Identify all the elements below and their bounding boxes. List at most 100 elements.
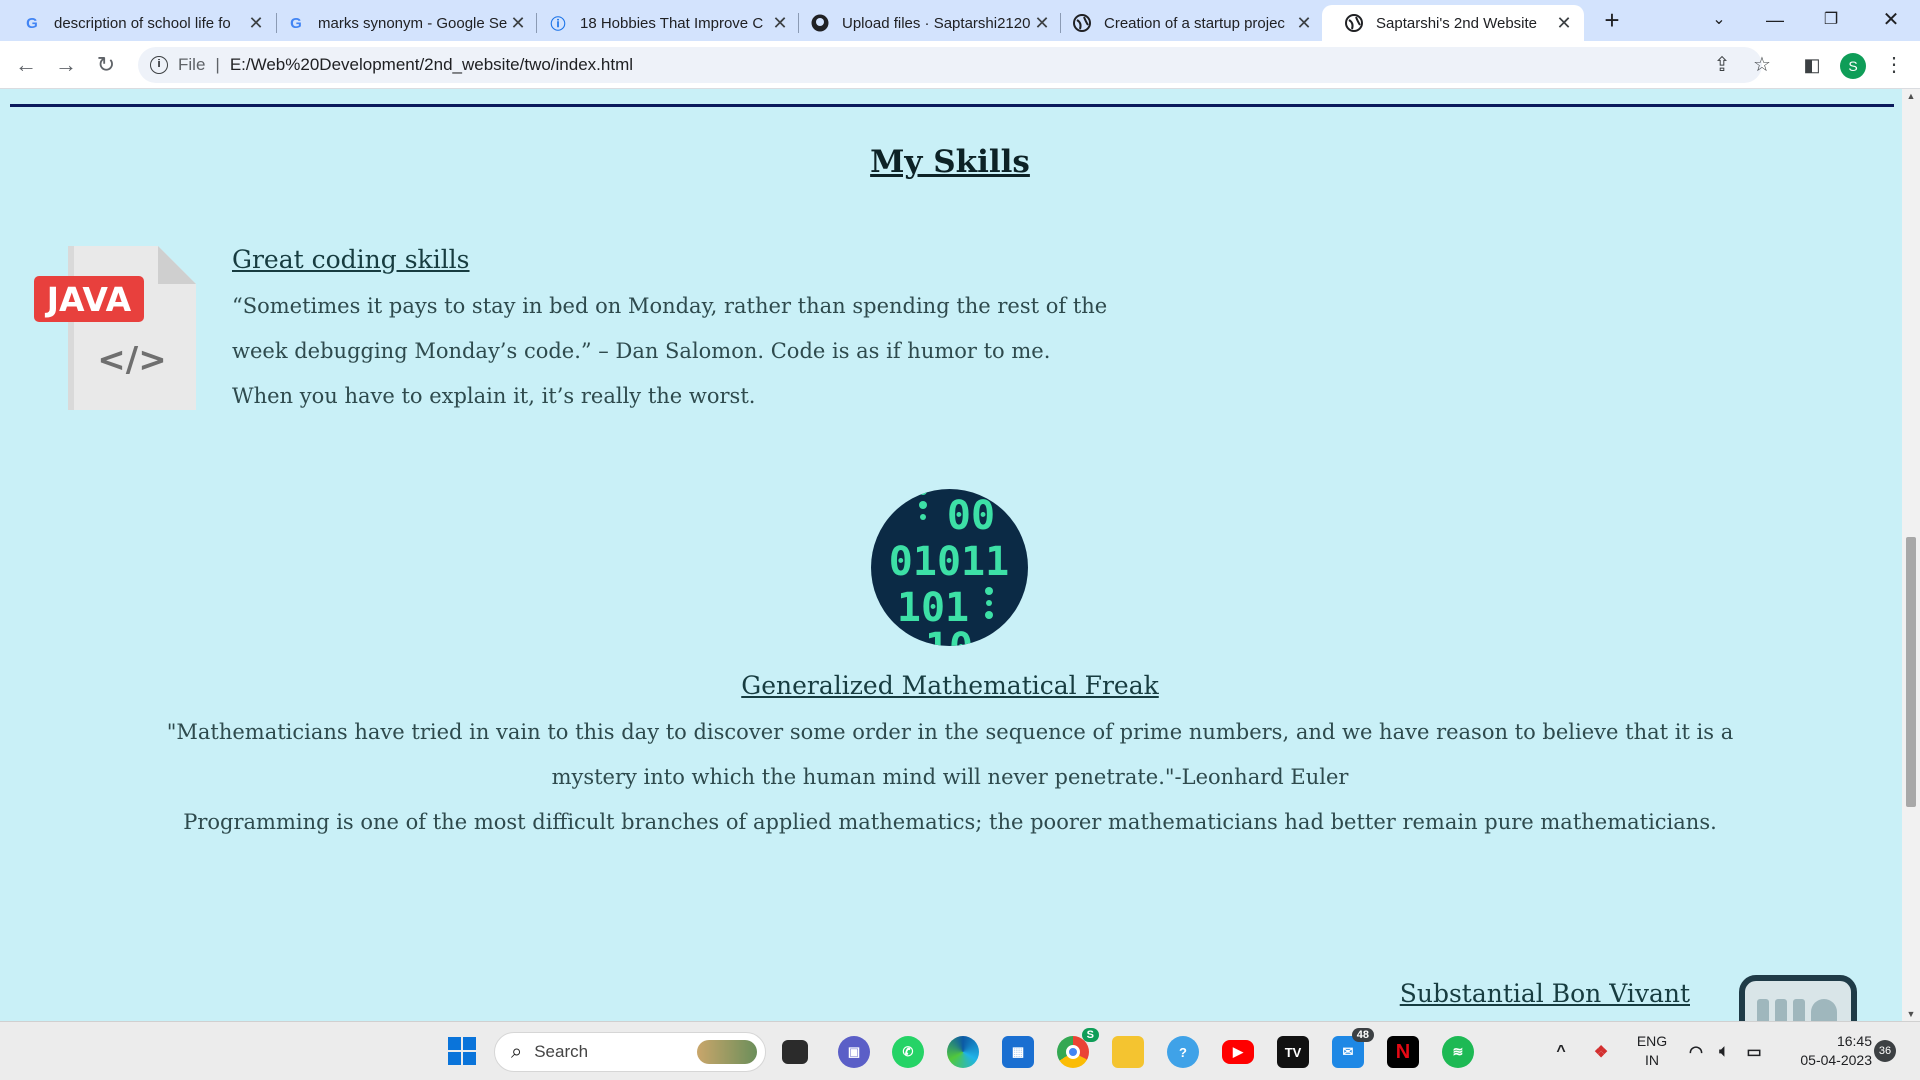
new-tab-button[interactable]: + [1598, 6, 1626, 34]
page-viewport: My Skills JAVA </> Great coding skills “… [0, 89, 1902, 1021]
java-file-icon: JAVA </> [34, 246, 196, 410]
teams-chat-icon[interactable]: ▣ [838, 1036, 870, 1068]
chrome-profile-badge: S [1081, 1028, 1099, 1042]
notification-badge[interactable]: 36 [1874, 1040, 1896, 1062]
globe-icon [1072, 13, 1092, 33]
bon-vivant-icon [1739, 975, 1857, 1021]
github-icon [810, 13, 830, 33]
task-view-icon[interactable] [782, 1040, 808, 1064]
region-code: IN [1645, 1052, 1659, 1068]
back-button[interactable]: ← [10, 49, 42, 81]
menu-icon[interactable]: ⋮ [1880, 51, 1908, 79]
skill-title: Great coding skills [232, 245, 470, 274]
wifi-icon[interactable]: ◠ [1682, 1036, 1710, 1068]
site-info-icon[interactable]: i [150, 56, 168, 74]
reload-button[interactable]: ↻ [90, 49, 122, 81]
search-highlight-icon [697, 1040, 757, 1064]
skill-bon-vivant: Substantial Bon Vivant [1300, 979, 1690, 1008]
tab-school-life[interactable]: G description of school life fo ✕ [0, 5, 276, 41]
language-indicator[interactable]: ENG IN [1634, 1032, 1670, 1070]
skill-description: Programming is one of the most difficult… [183, 810, 1717, 834]
volume-icon[interactable]: 🔈︎ [1710, 1036, 1738, 1068]
tab-hobbies[interactable]: ⓘ 18 Hobbies That Improve C ✕ [526, 5, 800, 41]
forward-button[interactable]: → [50, 49, 82, 81]
restore-button[interactable]: ❐ [1810, 4, 1852, 36]
tab-search-icon[interactable]: ⌄ [1698, 4, 1740, 36]
windows-start-icon[interactable] [446, 1035, 478, 1067]
skill-quote: "Mathematicians have tried in vain to th… [166, 720, 1734, 789]
globe-icon [1344, 13, 1364, 33]
clock-date: 05-04-2023 [1800, 1052, 1872, 1068]
binary-row-2: 01011 [889, 539, 1009, 585]
binary-row-1: 00 [947, 493, 995, 539]
whatsapp-icon[interactable]: ✆ [892, 1036, 924, 1068]
edge-icon[interactable] [947, 1036, 979, 1068]
mail-icon[interactable]: ✉ 48 [1332, 1028, 1374, 1068]
tab-saptarshi-website[interactable]: Saptarshi's 2nd Website ✕ [1322, 5, 1584, 41]
close-tab-icon[interactable]: ✕ [1294, 13, 1314, 34]
netflix-icon[interactable]: N [1387, 1036, 1419, 1068]
tab-marks-synonym[interactable]: G marks synonym - Google Se ✕ [264, 5, 538, 41]
profile-avatar[interactable]: S [1840, 53, 1866, 79]
skill-title: Generalized Mathematical Freak [741, 671, 1159, 700]
tab-title: description of school life fo [54, 14, 231, 32]
scrollbar-thumb[interactable] [1906, 537, 1916, 807]
browser-toolbar: ← → ↻ i File | E:/Web%20Development/2nd_… [0, 41, 1920, 89]
clock-time: 16:45 [1836, 1033, 1872, 1049]
skill-title: Substantial Bon Vivant [1399, 979, 1690, 1008]
skill-mathematics: Generalized Mathematical Freak "Mathemat… [100, 671, 1800, 845]
address-divider: | [215, 55, 220, 74]
info-icon: ⓘ [550, 15, 566, 33]
help-icon[interactable]: ? [1167, 1036, 1199, 1068]
skills-heading: My Skills [870, 144, 1030, 180]
chrome-icon[interactable]: S [1057, 1028, 1099, 1068]
search-placeholder: Search [534, 1042, 589, 1061]
file-explorer-icon[interactable] [1112, 1036, 1144, 1068]
scroll-up-arrow[interactable]: ▲ [1902, 91, 1920, 101]
close-tab-icon[interactable]: ✕ [1032, 13, 1052, 34]
address-url[interactable]: E:/Web%20Development/2nd_website/two/ind… [230, 55, 633, 75]
close-tab-icon[interactable]: ✕ [1554, 13, 1574, 34]
binary-row-4: 10 [925, 625, 973, 646]
search-icon: ⌕ [511, 1040, 523, 1063]
system-clock[interactable]: 16:45 05-04-2023 [1778, 1032, 1872, 1070]
side-panel-icon[interactable]: ◧ [1798, 51, 1826, 79]
header-rule [10, 104, 1894, 107]
page-scrollbar[interactable]: ▲ ▼ [1902, 89, 1920, 1021]
minimize-button[interactable]: — [1754, 4, 1796, 36]
youtube-icon[interactable]: ▶ [1222, 1040, 1254, 1064]
address-scheme: File [178, 55, 206, 74]
tab-startup-project[interactable]: Creation of a startup projec ✕ [1050, 5, 1324, 41]
tab-title: Upload files · Saptarshi2120 [842, 14, 1031, 32]
skill-description: “Sometimes it pays to stay in bed on Mon… [232, 294, 1108, 408]
tradingview-icon[interactable]: TV [1277, 1036, 1309, 1068]
bookmark-star-icon[interactable]: ☆ [1748, 51, 1776, 79]
google-icon: G [26, 14, 38, 32]
share-icon[interactable]: ⇪ [1708, 51, 1736, 79]
close-tab-icon[interactable]: ✕ [246, 13, 266, 34]
show-hidden-icons-icon[interactable]: ^ [1545, 1036, 1577, 1068]
tab-title: marks synonym - Google Se [318, 14, 508, 32]
code-symbol: </> [97, 340, 166, 380]
battery-icon[interactable]: ▭ [1740, 1036, 1768, 1068]
close-tab-icon[interactable]: ✕ [508, 13, 528, 34]
spotify-icon[interactable]: ≋ [1442, 1036, 1474, 1068]
mail-badge: 48 [1351, 1028, 1374, 1042]
tab-upload-files[interactable]: Upload files · Saptarshi2120 ✕ [788, 5, 1062, 41]
dropbox-icon[interactable]: ❖ [1585, 1036, 1617, 1068]
store-icon[interactable]: ▦ [1002, 1036, 1034, 1068]
language-code: ENG [1636, 1033, 1668, 1049]
google-icon: G [290, 14, 302, 32]
taskbar-search[interactable]: ⌕ Search [494, 1032, 766, 1072]
tab-title: Saptarshi's 2nd Website [1376, 14, 1538, 32]
tab-title: 18 Hobbies That Improve C [580, 14, 764, 32]
address-bar[interactable]: i File | E:/Web%20Development/2nd_websit… [138, 47, 1762, 83]
close-tab-icon[interactable]: ✕ [770, 13, 790, 34]
skill-coding: Great coding skills “Sometimes it pays t… [232, 245, 1112, 419]
tab-title: Creation of a startup projec [1104, 14, 1285, 32]
scroll-down-arrow[interactable]: ▼ [1902, 1009, 1920, 1019]
binary-code-icon: 00 01011 101 10 [871, 489, 1028, 646]
java-icon-label: JAVA [45, 280, 132, 319]
windows-taskbar: ⌕ Search ▣ ✆ ▦ S ? ▶ TV ✉ 48 N ≋ ^ ❖ ENG… [0, 1021, 1920, 1080]
close-window-button[interactable]: ✕ [1870, 4, 1912, 36]
